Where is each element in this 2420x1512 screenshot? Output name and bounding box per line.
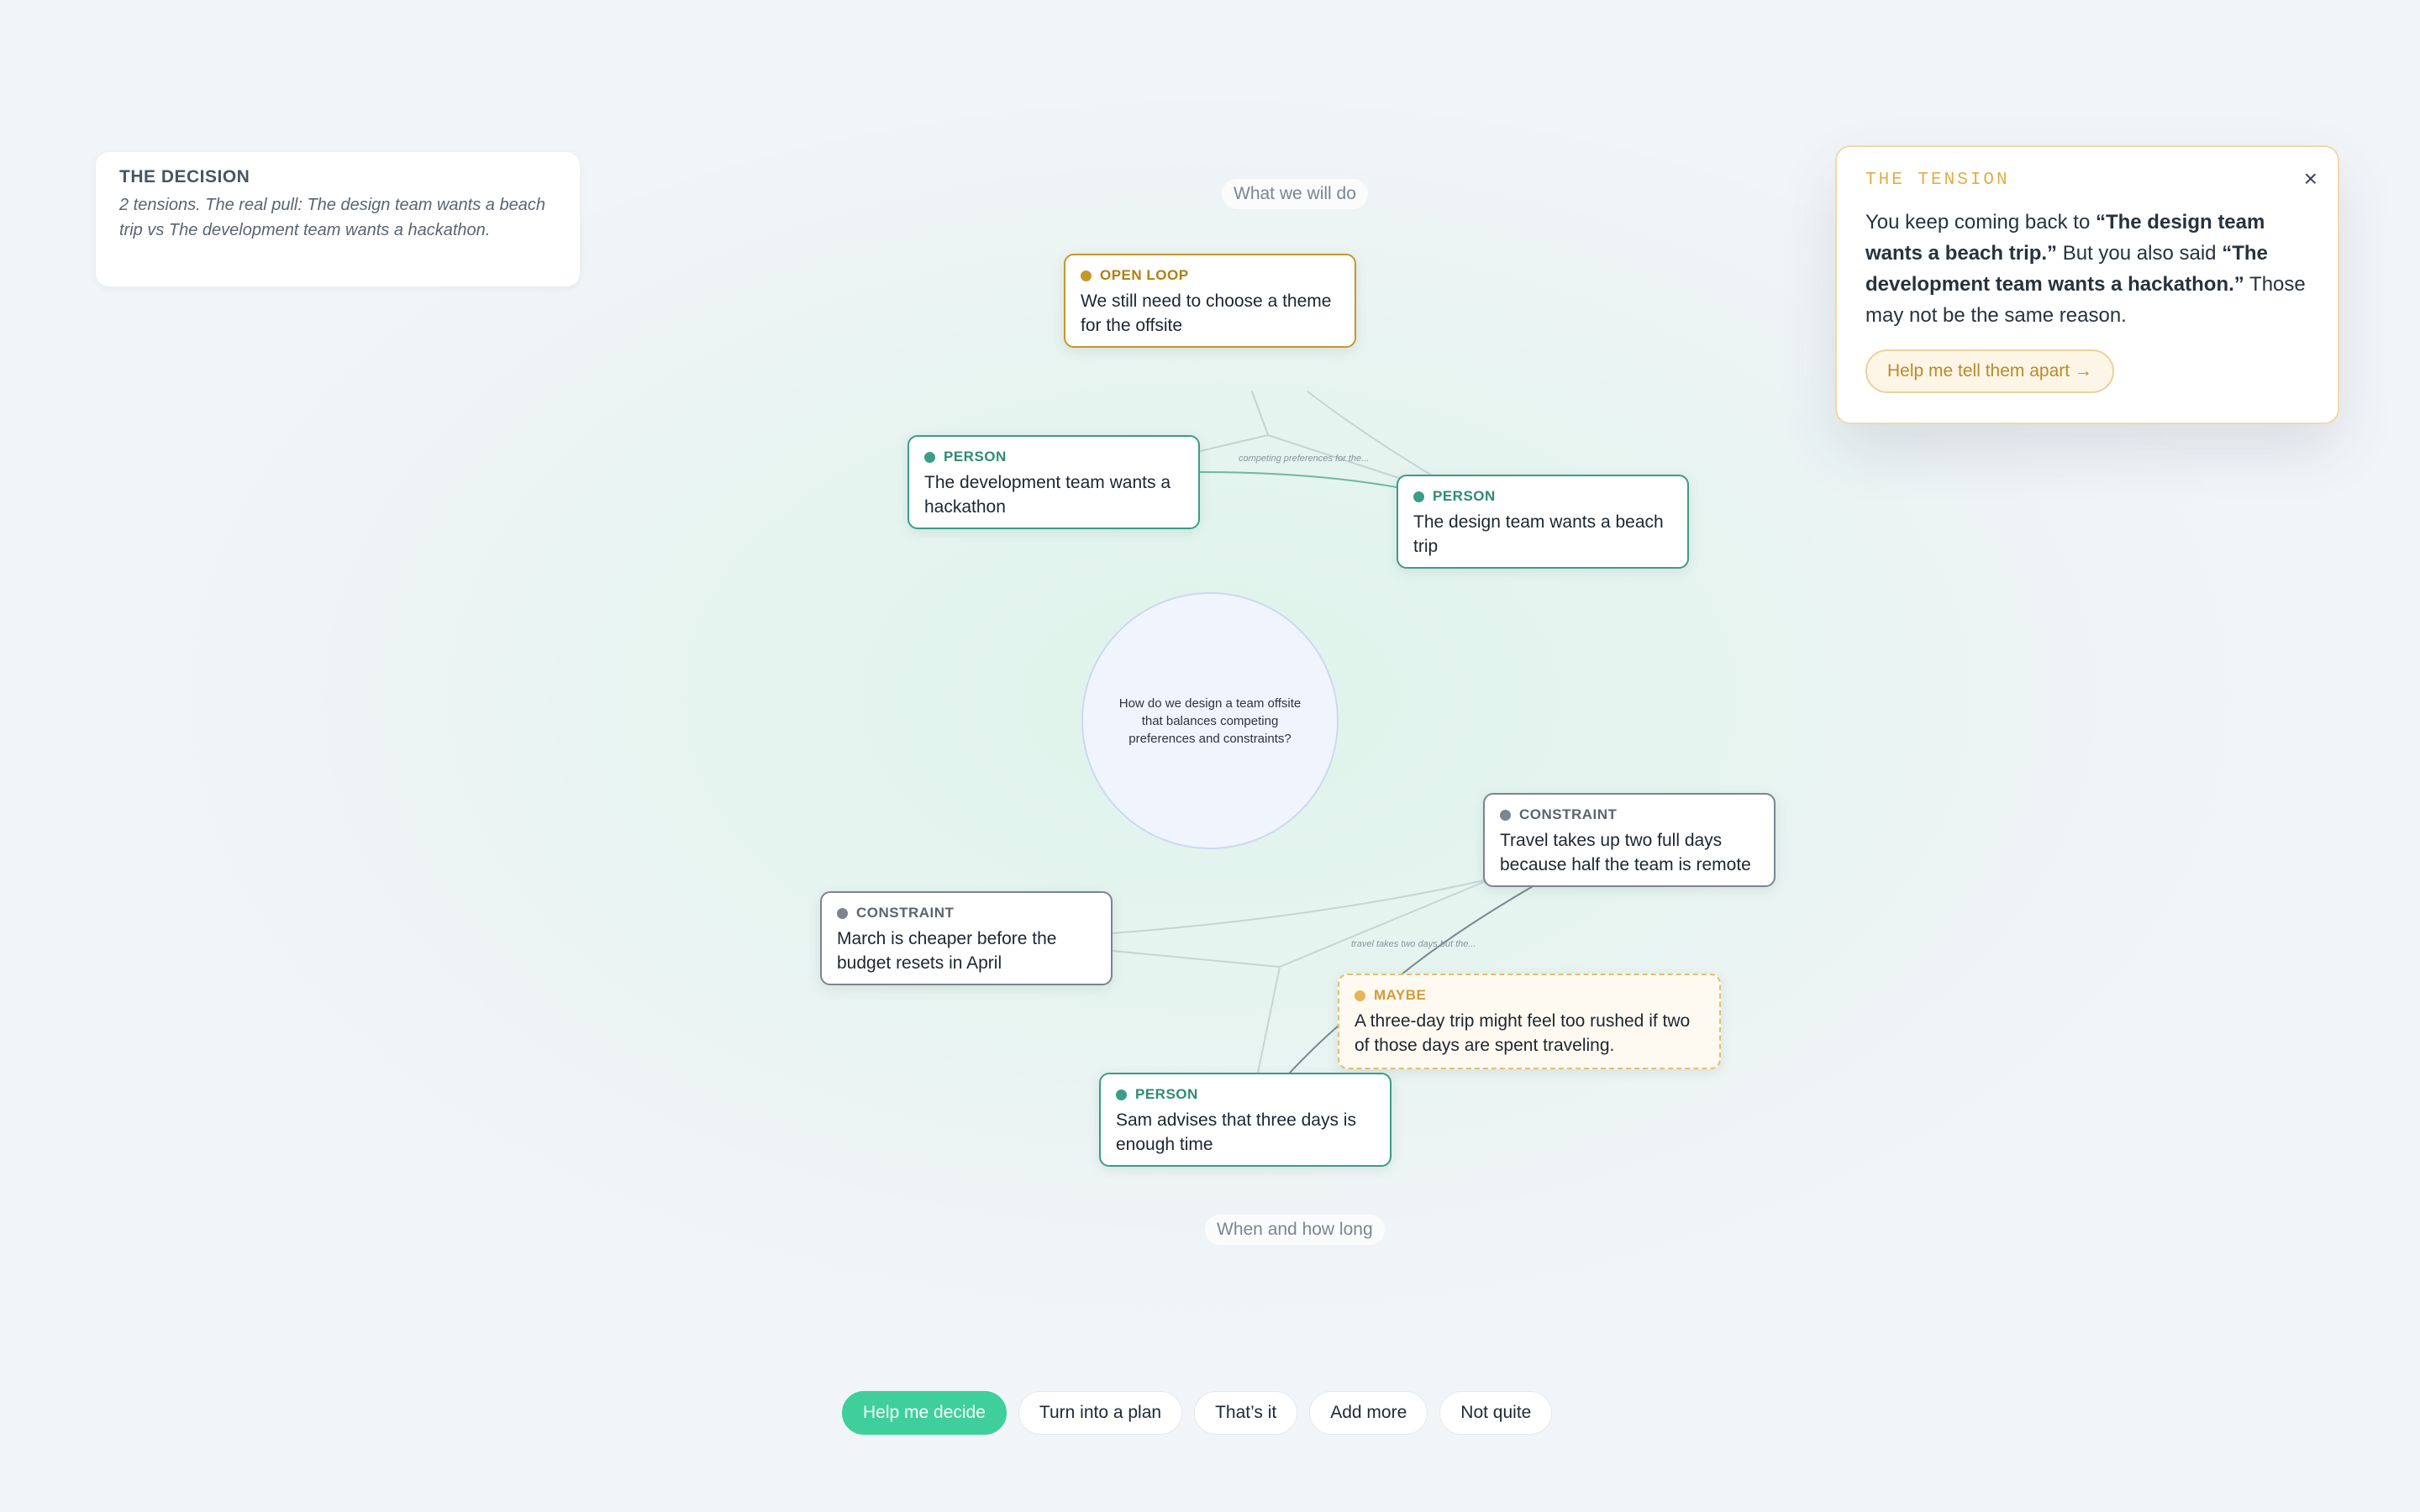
constraint-dot-icon (1500, 809, 1511, 821)
tension-text-pre: You keep coming back to (1865, 211, 2096, 234)
node-text: The design team wants a beach trip (1413, 512, 1664, 556)
node-march-constraint[interactable]: CONSTRAINT March is cheaper before the b… (820, 891, 1113, 985)
tension-heading: THE TENSION (1865, 171, 2010, 190)
tell-apart-button[interactable]: Help me tell them apart → (1865, 349, 2114, 393)
node-text: A three-day trip might feel too rushed i… (1355, 1011, 1691, 1055)
node-text: March is cheaper before the budget reset… (837, 929, 1057, 973)
add-more-button[interactable]: Add more (1309, 1391, 1428, 1435)
maybe-dot-icon (1355, 990, 1365, 1001)
node-dev-team[interactable]: PERSON The development team wants a hack… (908, 435, 1200, 529)
not-quite-button[interactable]: Not quite (1439, 1391, 1553, 1435)
tension-text-mid: But you also said (2057, 242, 2223, 265)
tension-panel: THE TENSION × You keep coming back to “T… (1835, 145, 2339, 424)
edge-march-travel (1112, 879, 1485, 934)
node-maybe[interactable]: MAYBE A three-day trip might feel too ru… (1338, 974, 1721, 1069)
node-tag: PERSON (1433, 488, 1496, 504)
decision-card: THE DECISION 2 tensions. The real pull: … (96, 152, 580, 286)
node-open-loop[interactable]: OPEN LOOP We still need to choose a them… (1064, 254, 1356, 348)
edge-label-competing: competing preferences for the... (1239, 454, 1369, 464)
node-tag: PERSON (944, 449, 1007, 465)
edge-label-travel: travel takes two days but the... (1351, 939, 1476, 949)
decision-heading: THE DECISION (119, 167, 250, 186)
person-dot-icon (1413, 491, 1424, 502)
node-text: Sam advises that three days is enough ti… (1116, 1110, 1356, 1154)
tension-body: You keep coming back to “The design team… (1865, 207, 2309, 331)
edge-travel-maybe (1401, 885, 1535, 975)
node-text: Travel takes up two full days because ha… (1500, 831, 1751, 874)
constraint-dot-icon (837, 907, 848, 919)
turn-into-plan-button[interactable]: Turn into a plan (1018, 1391, 1183, 1435)
edge-openloop-junction (1251, 391, 1269, 436)
node-design-team[interactable]: PERSON The design team wants a beach tri… (1397, 475, 1689, 569)
node-tag: OPEN LOOP (1100, 267, 1189, 283)
central-question-text: How do we design a team offsite that bal… (1118, 696, 1302, 746)
edge-junction-travel (1279, 881, 1485, 968)
person-dot-icon (1116, 1089, 1127, 1100)
node-text: The development team wants a hackathon (924, 473, 1171, 517)
close-icon[interactable]: × (2304, 165, 2317, 192)
node-tag: CONSTRAINT (1519, 806, 1618, 822)
section-label-bottom: When and how long (1205, 1215, 1385, 1245)
edge-junction-sam (1257, 966, 1281, 1074)
central-question[interactable]: How do we design a team offsite that bal… (1081, 592, 1339, 849)
section-label-top: What we will do (1222, 179, 1368, 209)
decision-summary: 2 tensions. The real pull: The design te… (119, 196, 545, 239)
edge-march-junction (1112, 950, 1281, 968)
edge-junction-dev (1199, 434, 1269, 452)
thats-it-button[interactable]: That’s it (1194, 1391, 1298, 1435)
node-travel-constraint[interactable]: CONSTRAINT Travel takes up two full days… (1483, 793, 1776, 887)
node-tag: MAYBE (1374, 987, 1427, 1003)
node-text: We still need to choose a theme for the … (1081, 291, 1332, 335)
edge-dev-design (1199, 471, 1397, 488)
open-loop-dot-icon (1081, 270, 1092, 281)
help-me-decide-button[interactable]: Help me decide (842, 1391, 1007, 1435)
node-tag: CONSTRAINT (856, 905, 955, 921)
node-sam[interactable]: PERSON Sam advises that three days is en… (1099, 1073, 1392, 1167)
node-tag: PERSON (1135, 1086, 1198, 1102)
action-bar: Help me decide Turn into a plan That’s i… (842, 1391, 1553, 1435)
edge-sam-maybe (1289, 1020, 1345, 1074)
person-dot-icon (924, 451, 935, 463)
